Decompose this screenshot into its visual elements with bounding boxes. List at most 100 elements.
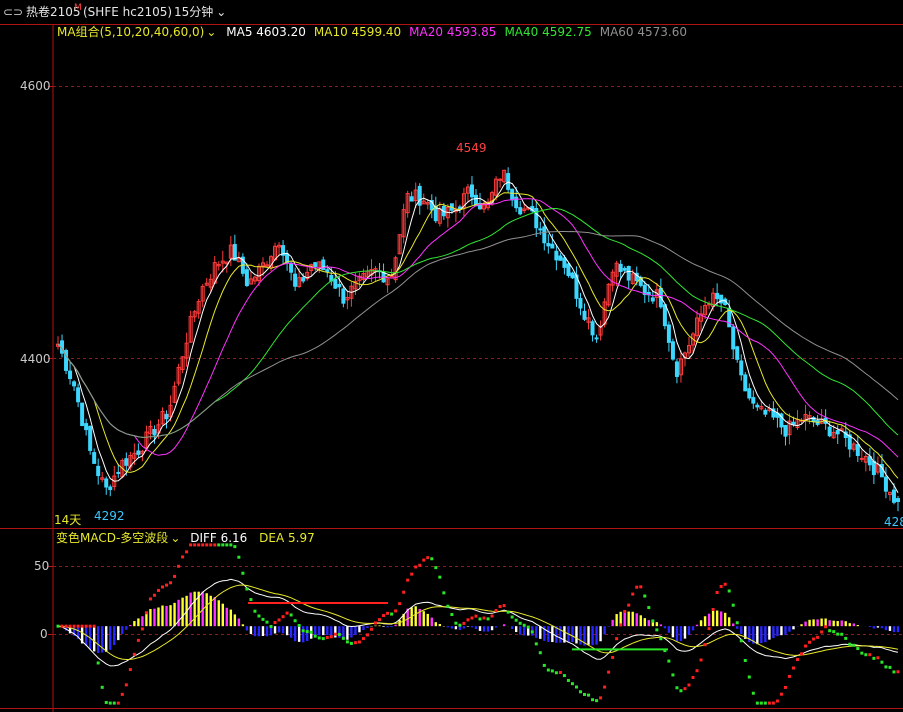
candle-body	[84, 423, 89, 431]
candle-body	[618, 263, 623, 272]
ma-legend: MA组合(5,10,20,40,60,0) ⌄ MA5 4603.20 MA10 4…	[57, 24, 703, 40]
wave-dot	[430, 557, 434, 561]
wave-dot	[599, 696, 603, 700]
wave-dot	[583, 692, 587, 696]
wave-dot	[522, 623, 526, 627]
wave-dot	[554, 671, 558, 675]
wave-dot	[313, 634, 317, 638]
macd-indicator-label[interactable]: 变色MACD-多空波段	[56, 531, 168, 545]
candle-body	[582, 310, 587, 320]
wave-dot	[56, 624, 60, 628]
candle-body	[108, 486, 113, 491]
wave-dot	[325, 635, 329, 639]
wave-dot	[329, 635, 333, 639]
diff-value: DIFF 6.16	[190, 531, 248, 545]
wave-dot	[679, 689, 683, 693]
wave-dot	[422, 558, 426, 562]
candle-body	[835, 429, 840, 435]
wave-dot	[333, 632, 337, 636]
candle-body	[554, 250, 559, 261]
wave-dot	[667, 659, 671, 663]
candle-body	[124, 458, 129, 466]
wave-dot	[796, 658, 800, 662]
wave-dot	[353, 641, 357, 645]
wave-dot	[635, 585, 639, 589]
wave-dot	[538, 651, 542, 655]
candle-body	[570, 272, 575, 279]
wave-dot	[470, 616, 474, 620]
candle-body	[325, 269, 330, 273]
wave-dot	[542, 663, 546, 667]
chevron-down-icon[interactable]: ⌄	[170, 531, 180, 545]
candle-body	[747, 388, 752, 399]
candle-body	[469, 184, 474, 198]
low-price-label: 4292	[94, 509, 125, 523]
candle-body	[88, 425, 93, 451]
wave-dot	[707, 627, 711, 631]
wave-dot	[578, 690, 582, 694]
wave-dot	[808, 640, 812, 644]
wave-dot	[345, 640, 349, 644]
wave-dot	[92, 624, 96, 628]
candle-body	[666, 324, 671, 343]
wave-dot	[458, 623, 462, 627]
wave-dot	[136, 638, 140, 642]
wave-dot	[699, 658, 703, 662]
candle-body	[735, 346, 740, 360]
candle-body	[755, 404, 760, 408]
wave-dot	[530, 630, 534, 634]
wave-dot	[711, 607, 715, 611]
wave-dot	[836, 632, 840, 636]
wave-dot	[719, 584, 723, 588]
wave-dot	[868, 653, 872, 657]
wave-dot	[651, 619, 655, 623]
wave-dot	[361, 637, 365, 641]
wave-dot	[398, 602, 402, 606]
candle-body	[626, 265, 631, 281]
tick-label-50: 50	[34, 559, 49, 573]
candle-body	[670, 341, 675, 360]
wave-dot	[169, 581, 173, 585]
wave-dot	[691, 675, 695, 679]
candle-body	[871, 460, 876, 476]
ma-value-ma40: MA40 4592.75	[504, 25, 592, 39]
chevron-down-icon[interactable]: ⌄	[206, 25, 216, 39]
wave-dot	[434, 566, 438, 570]
wave-dot	[100, 685, 104, 689]
wave-dot	[426, 556, 430, 560]
wave-dot	[603, 685, 607, 689]
wave-dot	[257, 614, 261, 618]
wave-dot	[394, 609, 398, 613]
candle-body	[827, 426, 832, 437]
wave-dot	[820, 630, 824, 634]
wave-dot	[414, 565, 418, 569]
candle-body	[783, 425, 788, 437]
wave-dot	[526, 625, 530, 629]
wave-dot	[309, 630, 313, 634]
ma-value-ma20: MA20 4593.85	[409, 25, 497, 39]
wave-dot	[647, 606, 651, 610]
wave-dot	[824, 625, 828, 629]
ma-value-ma10: MA10 4599.40	[313, 25, 402, 39]
wave-dot	[570, 682, 574, 686]
wave-dot	[369, 627, 373, 631]
wave-dot	[273, 621, 277, 625]
wave-dot	[402, 590, 406, 594]
kline-chart[interactable]: 4600 4400 50 0 4549 4292 428 14天	[0, 0, 903, 712]
candle-body	[562, 257, 567, 268]
wave-dot	[671, 673, 675, 677]
wave-dot	[812, 637, 816, 641]
wave-dot	[76, 624, 80, 628]
wave-dot	[249, 598, 253, 602]
wave-dot	[261, 617, 265, 621]
wave-dot	[378, 618, 382, 622]
wave-dot	[64, 624, 68, 628]
wave-dot	[301, 629, 305, 633]
candle-body	[578, 298, 583, 309]
price-series	[56, 167, 900, 512]
wave-dot	[490, 614, 494, 618]
candle-body	[417, 185, 422, 206]
ma-group-label[interactable]: MA组合(5,10,20,40,60,0)	[57, 25, 204, 39]
candle-body	[542, 226, 547, 244]
wave-dot	[518, 621, 522, 625]
